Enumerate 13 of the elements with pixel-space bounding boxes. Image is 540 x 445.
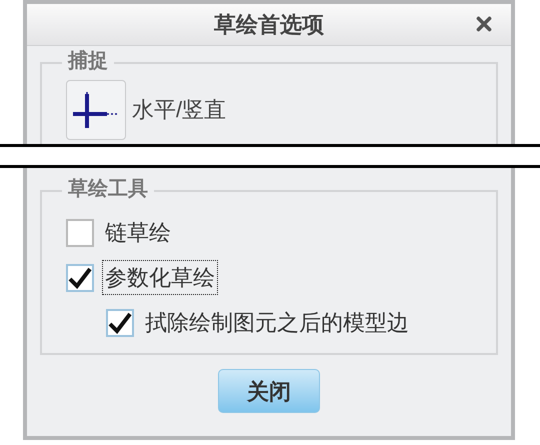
option-label[interactable]: 拭除绘制图元之后的模型边 <box>142 305 412 340</box>
option-label[interactable]: 链草绘 <box>102 215 174 250</box>
snap-label: 水平/竖直 <box>132 96 226 124</box>
checkmark-icon <box>68 266 92 288</box>
window-title: 草绘首选项 <box>214 10 324 39</box>
checkbox[interactable] <box>66 218 94 246</box>
checkmark-icon <box>108 312 132 334</box>
checkbox[interactable] <box>66 264 94 292</box>
option-label[interactable]: 参数化草绘 <box>102 260 218 295</box>
checkbox[interactable] <box>106 308 134 336</box>
axis-cross-icon <box>73 90 119 130</box>
close-button[interactable]: 关闭 <box>218 369 320 413</box>
snap-button[interactable] <box>66 80 126 140</box>
